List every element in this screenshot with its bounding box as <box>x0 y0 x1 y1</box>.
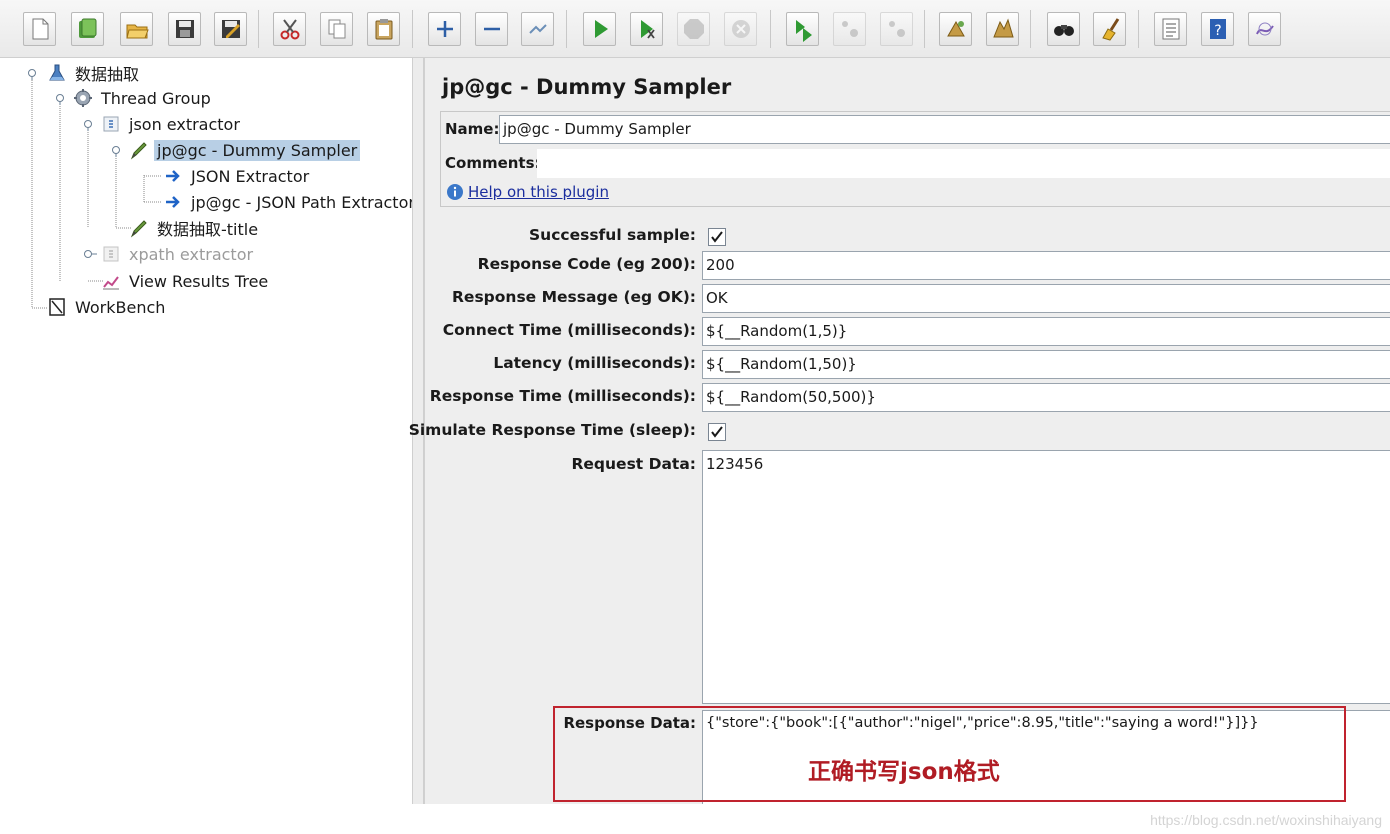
save-as-icon[interactable] <box>214 12 247 46</box>
tree-node-thread-group[interactable]: Thread Group <box>72 86 214 110</box>
tree-node-label: JSON Extractor <box>191 166 310 186</box>
main-toolbar: ? <box>0 0 1390 58</box>
successful-sample-label: Successful sample: <box>529 226 696 244</box>
cut-icon[interactable] <box>273 12 306 46</box>
tree-node-json-extractor-controller[interactable]: json extractor <box>100 112 243 136</box>
test-plan-icon <box>46 62 68 84</box>
panel-title: jp@gc - Dummy Sampler <box>442 75 732 99</box>
tree-node-data-title-sampler[interactable]: 数据抽取-title <box>128 216 261 240</box>
response-code-label: Response Code (eg 200): <box>477 255 696 273</box>
tree-node-test-plan[interactable]: 数据抽取 <box>46 61 142 85</box>
checkmark-icon <box>711 231 723 243</box>
help-on-plugin-link[interactable]: Help on this plugin <box>468 183 609 201</box>
comments-field[interactable] <box>537 149 1390 178</box>
tree-node-workbench[interactable]: WorkBench <box>46 295 168 319</box>
response-time-label: Response Time (milliseconds): <box>429 387 696 405</box>
tree-node-label: json extractor <box>129 114 240 134</box>
help-link-row[interactable]: Help on this plugin <box>446 183 609 201</box>
sampler-pen-icon <box>128 139 150 161</box>
response-message-label: Response Message (eg OK): <box>452 288 696 306</box>
copy-icon[interactable] <box>320 12 353 46</box>
simulate-response-time-label: Simulate Response Time (sleep): <box>408 421 696 439</box>
tree-node-label: View Results Tree <box>129 271 269 291</box>
start-icon[interactable] <box>583 12 616 46</box>
function-helper-icon[interactable] <box>1154 12 1187 46</box>
controller-icon <box>100 243 122 265</box>
remote-shutdown-icon[interactable] <box>880 12 913 46</box>
checkmark-icon <box>711 426 723 438</box>
tree-node-label: 数据抽取-title <box>157 220 259 239</box>
extractor-arrow-icon <box>162 191 184 213</box>
tree-node-xpath-extractor[interactable]: xpath extractor <box>100 242 256 266</box>
paste-icon[interactable] <box>367 12 400 46</box>
tree-node-json-path-extractor[interactable]: jp@gc - JSON Path Extractor <box>162 190 418 214</box>
successful-sample-checkbox[interactable] <box>708 228 726 246</box>
connect-time-label: Connect Time (milliseconds): <box>442 321 696 339</box>
stop-icon[interactable] <box>677 12 710 46</box>
chart-icon <box>100 270 122 292</box>
simulate-response-time-checkbox[interactable] <box>708 423 726 441</box>
reset-search-icon[interactable] <box>1093 12 1126 46</box>
expand-icon[interactable] <box>428 12 461 46</box>
collapse-icon[interactable] <box>475 12 508 46</box>
tree-node-label: 数据抽取 <box>75 65 140 84</box>
workbench-icon <box>46 296 68 318</box>
svg-text:?: ? <box>1214 23 1221 39</box>
tree-node-dummy-sampler[interactable]: jp@gc - Dummy Sampler <box>128 138 361 162</box>
log-viewer-icon[interactable] <box>1248 12 1281 46</box>
response-code-field[interactable]: 200 <box>702 251 1390 280</box>
response-time-field[interactable]: ${__Random(50,500)} <box>702 383 1390 412</box>
comments-label: Comments: <box>445 154 541 172</box>
clear-all-icon[interactable] <box>986 12 1019 46</box>
name-field[interactable]: jp@gc - Dummy Sampler <box>499 115 1390 144</box>
templates-icon[interactable] <box>71 12 104 46</box>
tree-node-label: xpath extractor <box>129 244 254 264</box>
extractor-arrow-icon <box>162 165 184 187</box>
toggle-icon[interactable] <box>521 12 554 46</box>
controller-icon <box>100 113 122 135</box>
help-icon[interactable]: ? <box>1201 12 1234 46</box>
gear-icon <box>72 87 94 109</box>
open-icon[interactable] <box>120 12 153 46</box>
request-data-label: Request Data: <box>571 455 696 473</box>
remote-stop-icon[interactable] <box>833 12 866 46</box>
tree-node-label: Thread Group <box>101 88 211 108</box>
name-label: Name: <box>445 120 500 138</box>
clear-icon[interactable] <box>939 12 972 46</box>
watermark: https://blog.csdn.net/woxinshihaiyang <box>1150 812 1382 828</box>
tree-node-json-extractor[interactable]: JSON Extractor <box>162 164 312 188</box>
info-icon <box>447 184 463 200</box>
latency-label: Latency (milliseconds): <box>493 354 696 372</box>
sampler-pen-icon <box>128 217 150 239</box>
test-plan-tree: 数据抽取 Thread Group json extractor jp@gc -… <box>0 58 415 804</box>
connect-time-field[interactable]: ${__Random(1,5)} <box>702 317 1390 346</box>
tree-node-label: jp@gc - JSON Path Extractor <box>191 192 415 212</box>
save-icon[interactable] <box>168 12 201 46</box>
tree-node-label: jp@gc - Dummy Sampler <box>154 139 361 161</box>
search-icon[interactable] <box>1047 12 1080 46</box>
annotation-text: 正确书写json格式 <box>808 759 1000 785</box>
response-message-field[interactable]: OK <box>702 284 1390 313</box>
shutdown-icon[interactable] <box>724 12 757 46</box>
request-data-textarea[interactable]: 123456 <box>702 450 1390 704</box>
start-no-pause-icon[interactable] <box>630 12 663 46</box>
new-icon[interactable] <box>23 12 56 46</box>
latency-field[interactable]: ${__Random(1,50)} <box>702 350 1390 379</box>
tree-node-view-results-tree[interactable]: View Results Tree <box>100 269 271 293</box>
remote-start-icon[interactable] <box>786 12 819 46</box>
sampler-editor: jp@gc - Dummy Sampler Name: jp@gc - Dumm… <box>409 58 1390 804</box>
tree-node-label: WorkBench <box>75 297 166 317</box>
name-comments-box: Name: jp@gc - Dummy Sampler Comments: He… <box>440 111 1390 207</box>
